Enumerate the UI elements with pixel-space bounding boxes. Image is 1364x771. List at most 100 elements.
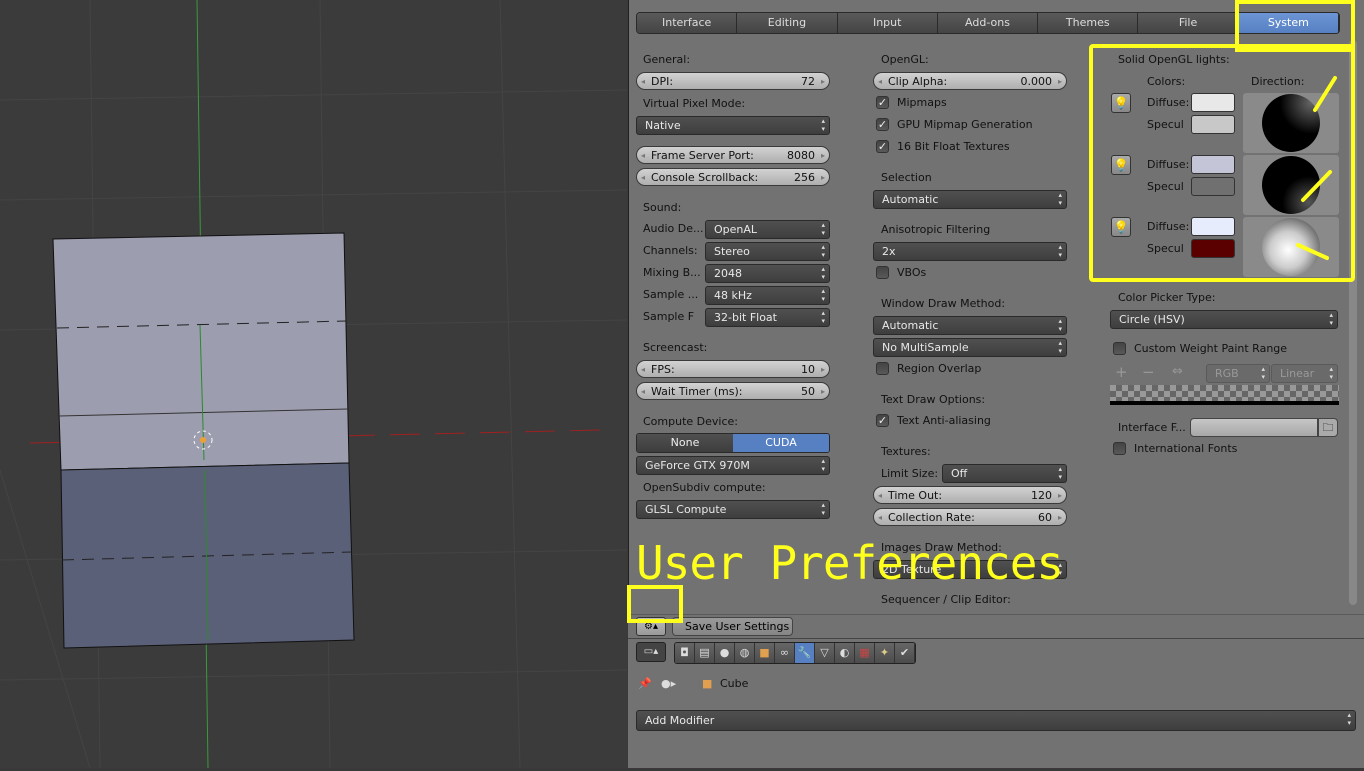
clip-alpha-field[interactable]: Clip Alpha: 0.000 (873, 72, 1067, 90)
general-heading: General: (643, 53, 691, 66)
channels-label: Channels: (643, 244, 698, 257)
fps-value: 10 (801, 362, 815, 376)
interface-font-input[interactable] (1190, 418, 1318, 437)
float16-label: 16 Bit Float Textures (897, 140, 1010, 153)
color-mode-dropdown[interactable]: RGB (1206, 364, 1270, 383)
wait-label: Wait Timer (ms): (651, 384, 743, 398)
limit-size-dropdown[interactable]: Off (942, 464, 1067, 483)
material-icon[interactable]: ◐ (835, 643, 855, 663)
particles-icon[interactable]: ✦ (875, 643, 895, 663)
compute-cuda-button[interactable]: CUDA (733, 434, 829, 452)
sample-format-label: Sample F (643, 310, 695, 323)
world-icon[interactable]: ◍ (735, 643, 755, 663)
compute-device-heading: Compute Device: (643, 415, 738, 428)
cs-value: 256 (794, 170, 815, 184)
anisotropic-label: Anisotropic Filtering (881, 223, 991, 236)
audio-device-label: Audio De... (643, 222, 704, 235)
object-icon[interactable]: ■ (755, 643, 775, 663)
opengl-heading: OpenGL: (881, 53, 929, 66)
wait-value: 50 (801, 384, 815, 398)
compute-none-button[interactable]: None (637, 434, 733, 452)
vbos-checkbox[interactable]: VBOs (876, 266, 926, 279)
tab-addons[interactable]: Add-ons (937, 13, 1039, 33)
region-overlap-checkbox[interactable]: Region Overlap (876, 362, 981, 375)
checkbox-empty (876, 266, 889, 279)
collection-label: Collection Rate: (888, 510, 975, 524)
cube-icon: ■ (702, 677, 713, 690)
compute-device-toggle: None CUDA (636, 433, 830, 453)
custom-weight-checkbox[interactable]: Custom Weight Paint Range (1113, 342, 1287, 355)
add-modifier-dropdown[interactable]: Add Modifier (636, 710, 1356, 731)
dpi-field[interactable]: DPI: 72 (636, 72, 830, 90)
collection-rate-field[interactable]: Collection Rate: 60 (873, 508, 1067, 526)
tab-interface[interactable]: Interface (637, 13, 738, 33)
float16-checkbox[interactable]: ✓ 16 Bit Float Textures (876, 140, 1010, 153)
anisotropic-dropdown[interactable]: 2x (873, 242, 1067, 261)
sample-rate-dropdown[interactable]: 48 kHz (705, 286, 830, 305)
channels-dropdown[interactable]: Stereo (705, 242, 830, 261)
console-scrollback-field[interactable]: Console Scrollback: 256 (636, 168, 830, 186)
opensubdiv-dropdown[interactable]: GLSL Compute (636, 500, 830, 519)
check-icon: ✓ (876, 414, 889, 427)
3d-viewport[interactable] (0, 0, 628, 769)
region-overlap-label: Region Overlap (897, 362, 982, 375)
physics-icon[interactable]: ✔ (895, 643, 915, 663)
fps-field[interactable]: FPS: 10 (636, 360, 830, 378)
flip-icon[interactable]: ⇔ (1172, 364, 1183, 380)
text-aa-label: Text Anti-aliasing (897, 414, 991, 427)
pin-icon[interactable]: 📌 (638, 676, 652, 692)
dpi-label: DPI: (651, 74, 674, 88)
gpu-dropdown[interactable]: GeForce GTX 970M (636, 456, 830, 475)
international-fonts-checkbox[interactable]: International Fonts (1113, 442, 1237, 455)
selection-dropdown[interactable]: Automatic (873, 190, 1067, 209)
timeout-value: 120 (1031, 488, 1052, 502)
check-icon: ✓ (876, 118, 889, 131)
color-ramp[interactable] (1110, 385, 1339, 405)
folder-icon[interactable]: 🗀 (1318, 418, 1338, 437)
annotation-text: User Preferences (636, 536, 1064, 590)
modifiers-wrench-icon[interactable]: 🔧 (795, 643, 815, 663)
text-aa-checkbox[interactable]: ✓ Text Anti-aliasing (876, 414, 991, 427)
sample-rate-label: Sample ... (643, 288, 699, 301)
color-picker-dropdown[interactable]: Circle (HSV) (1110, 310, 1338, 329)
mipmaps-checkbox[interactable]: ✓ Mipmaps (876, 96, 947, 109)
tab-input[interactable]: Input (837, 13, 938, 33)
cs-label: Console Scrollback: (651, 170, 759, 184)
mixing-buffer-dropdown[interactable]: 2048 (705, 264, 830, 283)
properties-editor-type-icon[interactable]: ▭▴ (636, 642, 666, 662)
color-picker-label: Color Picker Type: (1118, 291, 1216, 304)
gpu-mipmap-checkbox[interactable]: ✓ GPU Mipmap Generation (876, 118, 1033, 131)
multisample-dropdown[interactable]: No MultiSample (873, 338, 1067, 357)
vbos-label: VBOs (897, 266, 927, 279)
limit-size-label: Limit Size: (881, 467, 939, 480)
window-draw-dropdown[interactable]: Automatic (873, 316, 1067, 335)
wait-timer-field[interactable]: Wait Timer (ms): 50 (636, 382, 830, 400)
add-icon[interactable]: + (1115, 364, 1128, 380)
timeout-field[interactable]: Time Out: 120 (873, 486, 1067, 504)
tab-editing[interactable]: Editing (737, 13, 838, 33)
textures-heading: Textures: (881, 445, 931, 458)
check-icon: ✓ (876, 140, 889, 153)
tab-file[interactable]: File (1138, 13, 1239, 33)
tab-themes[interactable]: Themes (1038, 13, 1139, 33)
render-layers-icon[interactable]: ▤ (695, 643, 715, 663)
opensubdiv-label: OpenSubdiv compute: (643, 481, 766, 494)
render-icon[interactable]: ◘ (675, 643, 695, 663)
constraints-icon[interactable]: ∞ (775, 643, 795, 663)
viewport-scene (0, 0, 628, 769)
interpolation-dropdown[interactable]: Linear (1271, 364, 1338, 383)
virtual-pixel-mode-label: Virtual Pixel Mode: (643, 97, 746, 110)
frame-server-port-field[interactable]: Frame Server Port: 8080 (636, 146, 830, 164)
scene-icon[interactable]: ● (715, 643, 735, 663)
audio-device-dropdown[interactable]: OpenAL (705, 220, 830, 239)
gpu-mipmap-label: GPU Mipmap Generation (897, 118, 1033, 131)
save-user-settings-button[interactable]: Save User Settings (672, 617, 793, 636)
check-icon: ✓ (876, 96, 889, 109)
checkbox-empty (1113, 442, 1126, 455)
object-name: Cube (720, 677, 749, 690)
data-icon[interactable]: ▽ (815, 643, 835, 663)
texture-icon[interactable]: ▦ (855, 643, 875, 663)
sample-format-dropdown[interactable]: 32-bit Float (705, 308, 830, 327)
remove-icon[interactable]: − (1142, 364, 1155, 380)
virtual-pixel-mode-dropdown[interactable]: Native (636, 116, 830, 135)
